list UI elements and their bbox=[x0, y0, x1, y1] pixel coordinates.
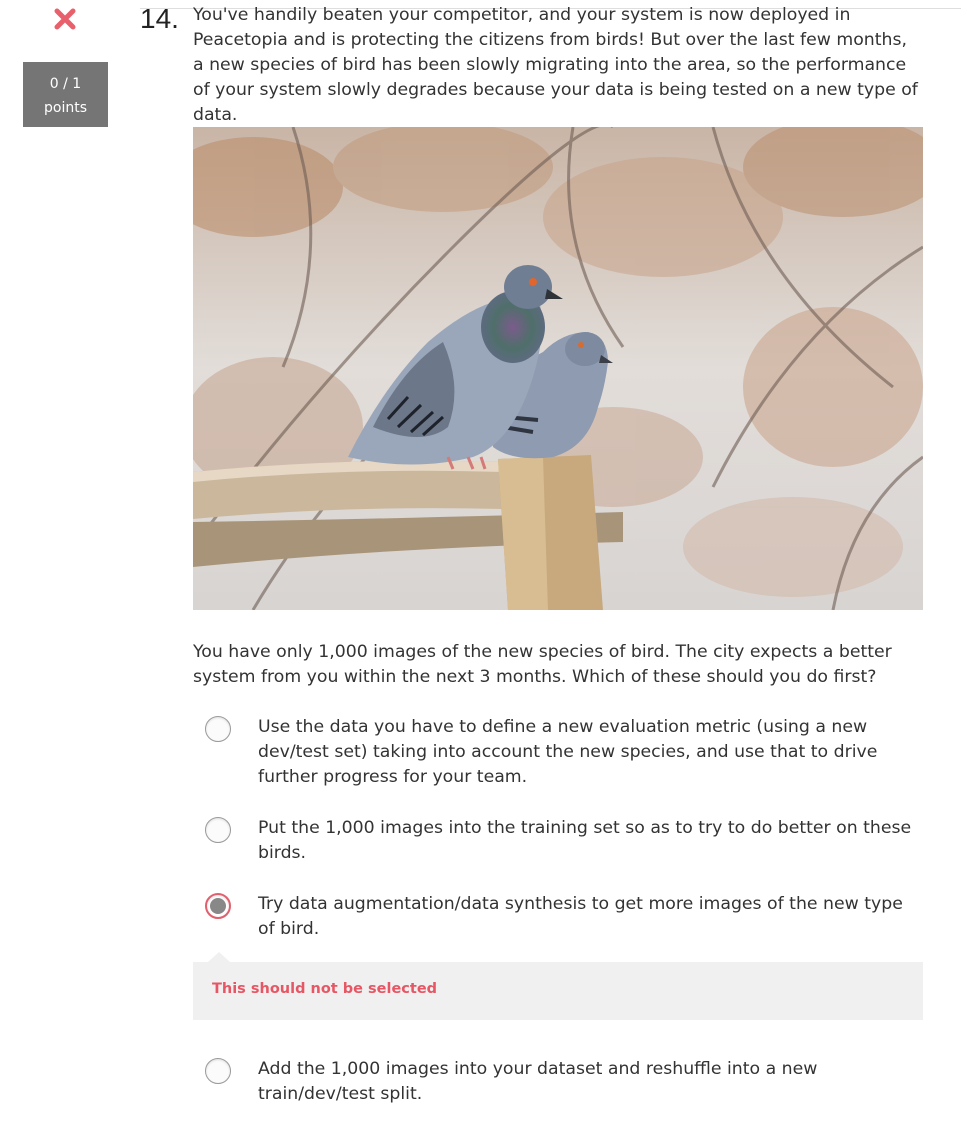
option-3-radio-selected[interactable] bbox=[205, 893, 231, 919]
option-3-label[interactable]: Try data augmentation/data synthesis to … bbox=[258, 892, 918, 942]
option-4-radio[interactable] bbox=[205, 1058, 231, 1084]
feedback-pointer bbox=[208, 952, 230, 962]
option-1-radio[interactable] bbox=[205, 716, 231, 742]
feedback-box: This should not be selected bbox=[193, 962, 923, 1020]
score-unit: points bbox=[44, 100, 87, 116]
question-text: You've handily beaten your competitor, a… bbox=[193, 5, 918, 125]
question-image bbox=[193, 127, 923, 610]
option-2-radio[interactable] bbox=[205, 817, 231, 843]
question-number: 14. bbox=[140, 3, 179, 34]
score-value: 0 / 1 bbox=[49, 76, 82, 92]
score-badge: 0 / 1 points bbox=[23, 62, 108, 127]
option-2-label[interactable]: Put the 1,000 images into the training s… bbox=[258, 816, 918, 866]
close-icon bbox=[54, 8, 76, 30]
pigeons-photo bbox=[193, 127, 923, 610]
feedback-text: This should not be selected bbox=[212, 981, 438, 997]
option-4-label[interactable]: Add the 1,000 images into your dataset a… bbox=[258, 1057, 918, 1107]
option-1-label[interactable]: Use the data you have to define a new ev… bbox=[258, 715, 918, 790]
question-prompt: You have only 1,000 images of the new sp… bbox=[193, 642, 892, 687]
